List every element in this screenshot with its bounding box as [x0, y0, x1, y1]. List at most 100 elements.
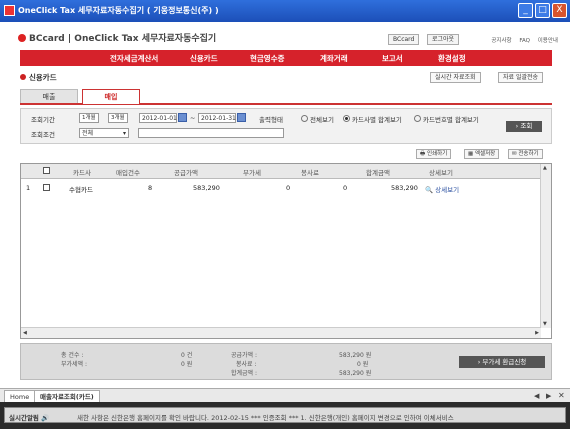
vat-label: 부가세액 :: [61, 361, 88, 368]
radio-selected-icon: [343, 115, 350, 122]
bottom-tab-bar: Home 매출자료조회(카드) ◀ ▶ ✕: [0, 388, 570, 404]
user-button[interactable]: BCcard: [388, 34, 420, 45]
col-service: 봉사료: [301, 169, 319, 177]
logout-button[interactable]: 로그아웃: [427, 34, 460, 45]
condition-label: 조회조건: [31, 131, 55, 139]
maximize-button[interactable]: □: [535, 3, 550, 18]
notification-ticker: 실시간알림 🔊 새한 사항은 신한은행 홈페이지를 확인 바랍니다. 2012-…: [0, 402, 570, 429]
print-button[interactable]: 🖶 인쇄하기: [416, 149, 452, 159]
menu-cash-receipt[interactable]: 현금영수증: [250, 53, 285, 64]
faq-link[interactable]: FAQ: [519, 38, 530, 44]
date-from-field[interactable]: 2012-01-01: [139, 113, 177, 123]
menu-settings[interactable]: 환경설정: [438, 53, 466, 64]
service-value: 0 원: [357, 361, 369, 368]
excel-button[interactable]: ▦ 엑셀저장: [464, 149, 500, 159]
col-supply: 공급가액: [174, 169, 198, 177]
radio-icon: [301, 115, 308, 122]
option-by-company[interactable]: 카드사별 합계보기: [343, 114, 402, 124]
filter-panel: 조회기간 1개월 3개월 2012-01-01 ~ 2012-01-31 출력형…: [20, 108, 552, 144]
detail-link[interactable]: 🔍 상세보기: [425, 184, 459, 194]
scroll-left-icon[interactable]: ◀: [23, 330, 27, 336]
speaker-icon: 🔊: [41, 414, 50, 422]
col-card-company: 카드사: [73, 169, 91, 177]
row-number: 1: [26, 184, 31, 192]
total-label: 합계금액 :: [231, 370, 258, 377]
col-vat: 부가세: [243, 169, 261, 177]
section-bullet-icon: [20, 74, 26, 80]
vertical-scrollbar[interactable]: ▲ ▼: [540, 164, 551, 328]
title-bar: OneClick Tax 세무자료자동수집기 ( 기웅정보통신(주) ) _ □…: [0, 0, 570, 22]
col-count: 매입건수: [116, 169, 140, 177]
menu-tax-invoice[interactable]: 전자세금계산서: [110, 53, 158, 64]
menu-credit-card[interactable]: 신용카드: [190, 53, 218, 64]
total-count-value: 0 건: [181, 352, 193, 359]
menu-report[interactable]: 보고서: [382, 53, 403, 64]
supply-label: 공급가액 :: [231, 352, 258, 359]
cell-card-company: 수협카드: [69, 186, 93, 194]
minimize-button[interactable]: _: [518, 3, 533, 18]
total-count-label: 총 건수 :: [61, 352, 84, 359]
close-button[interactable]: X: [552, 3, 567, 18]
bccard-logo-icon: [18, 34, 26, 42]
tab-prev-icon[interactable]: ◀: [534, 392, 539, 400]
calendar-from-icon[interactable]: [178, 113, 187, 122]
app-window: OneClick Tax 세무자료자동수집기 ( 기웅정보통신(주) ) _ □…: [0, 0, 570, 429]
tab-bar: 매출 매입: [20, 89, 552, 105]
scroll-up-icon[interactable]: ▲: [543, 165, 547, 171]
app-icon: [4, 5, 15, 16]
scroll-right-icon[interactable]: ▶: [535, 330, 539, 336]
supply-value: 583,290 원: [339, 352, 372, 359]
app-logo: BCcard | OneClick Tax 세무자료자동수집기: [18, 31, 216, 44]
search-button[interactable]: › 조회: [506, 121, 542, 132]
radio-icon: [414, 115, 421, 122]
send-button[interactable]: ✉ 전송하기: [508, 149, 543, 159]
calendar-to-icon[interactable]: [237, 113, 246, 122]
window-title: OneClick Tax 세무자료자동수집기 ( 기웅정보통신(주) ): [18, 6, 219, 15]
ticker-label: 실시간알림 🔊: [9, 414, 50, 422]
row-checkbox[interactable]: [43, 184, 50, 191]
table-row[interactable]: 1 수협카드 8 583,290 0 0 583,290 🔍 상세보기: [21, 179, 541, 195]
cell-supply: 583,290: [193, 184, 220, 192]
section-title: 신용카드: [20, 72, 57, 83]
condition-select[interactable]: 전체 ▾: [79, 128, 129, 138]
tab-sales[interactable]: 매출: [20, 89, 78, 103]
cell-count: 8: [148, 184, 153, 192]
notice-link[interactable]: 공지사항: [491, 38, 511, 44]
tab-purchase[interactable]: 매입: [82, 89, 140, 104]
option-all[interactable]: 전체보기: [301, 114, 334, 124]
condition-input[interactable]: [138, 128, 284, 138]
option-by-cardno[interactable]: 카드번호별 합계보기: [414, 114, 479, 124]
menu-account[interactable]: 계좌거래: [320, 53, 348, 64]
grid-header: 카드사 매입건수 공급가액 부가세 봉사료 합계금액 상세보기: [21, 164, 541, 179]
ticker-text: 새한 사항은 신한은행 홈페이지를 확인 바랍니다. 2012-02-15 **…: [77, 414, 454, 422]
col-detail: 상세보기: [429, 169, 453, 177]
vat-refund-button[interactable]: › 부가세 환급신청: [459, 356, 545, 368]
realtime-query-button[interactable]: 실시간 자료조회: [430, 72, 481, 83]
horizontal-scrollbar[interactable]: ◀ ▶: [21, 327, 541, 338]
period-3m-button[interactable]: 3개월: [108, 113, 128, 123]
guide-link[interactable]: 이용안내: [538, 38, 558, 44]
vat-value: 0 원: [181, 361, 193, 368]
output-label: 출력형태: [259, 116, 283, 124]
period-label: 조회기간: [31, 116, 55, 124]
cell-vat: 0: [286, 184, 291, 192]
main-menu: 전자세금계산서 신용카드 현금영수증 계좌거래 보고서 환경설정: [20, 50, 552, 66]
tab-next-icon[interactable]: ▶: [546, 392, 551, 400]
col-total: 합계금액: [366, 169, 390, 177]
period-1m-button[interactable]: 1개월: [79, 113, 99, 123]
cell-service: 0: [343, 184, 348, 192]
cell-total: 583,290: [391, 184, 418, 192]
magnifier-icon: 🔍: [425, 186, 434, 194]
select-all-checkbox[interactable]: [43, 167, 50, 174]
app-header: BCcard | OneClick Tax 세무자료자동수집기 BCcard 로…: [4, 22, 566, 48]
ticker-bar: 실시간알림 🔊 새한 사항은 신한은행 홈페이지를 확인 바랍니다. 2012-…: [4, 407, 566, 423]
tab-close-icon[interactable]: ✕: [558, 391, 565, 400]
data-grid: 카드사 매입건수 공급가액 부가세 봉사료 합계금액 상세보기 1 수협카드 8…: [20, 163, 552, 339]
scroll-down-icon[interactable]: ▼: [543, 321, 547, 327]
top-links: 공지사항 FAQ 이용안내: [485, 36, 558, 44]
dropdown-arrow-icon: ▾: [122, 130, 126, 137]
service-label: 봉사료 :: [236, 361, 257, 368]
batch-send-button[interactable]: 자료 일괄전송: [498, 72, 544, 83]
date-separator: ~: [190, 114, 196, 122]
date-to-field[interactable]: 2012-01-31: [198, 113, 236, 123]
